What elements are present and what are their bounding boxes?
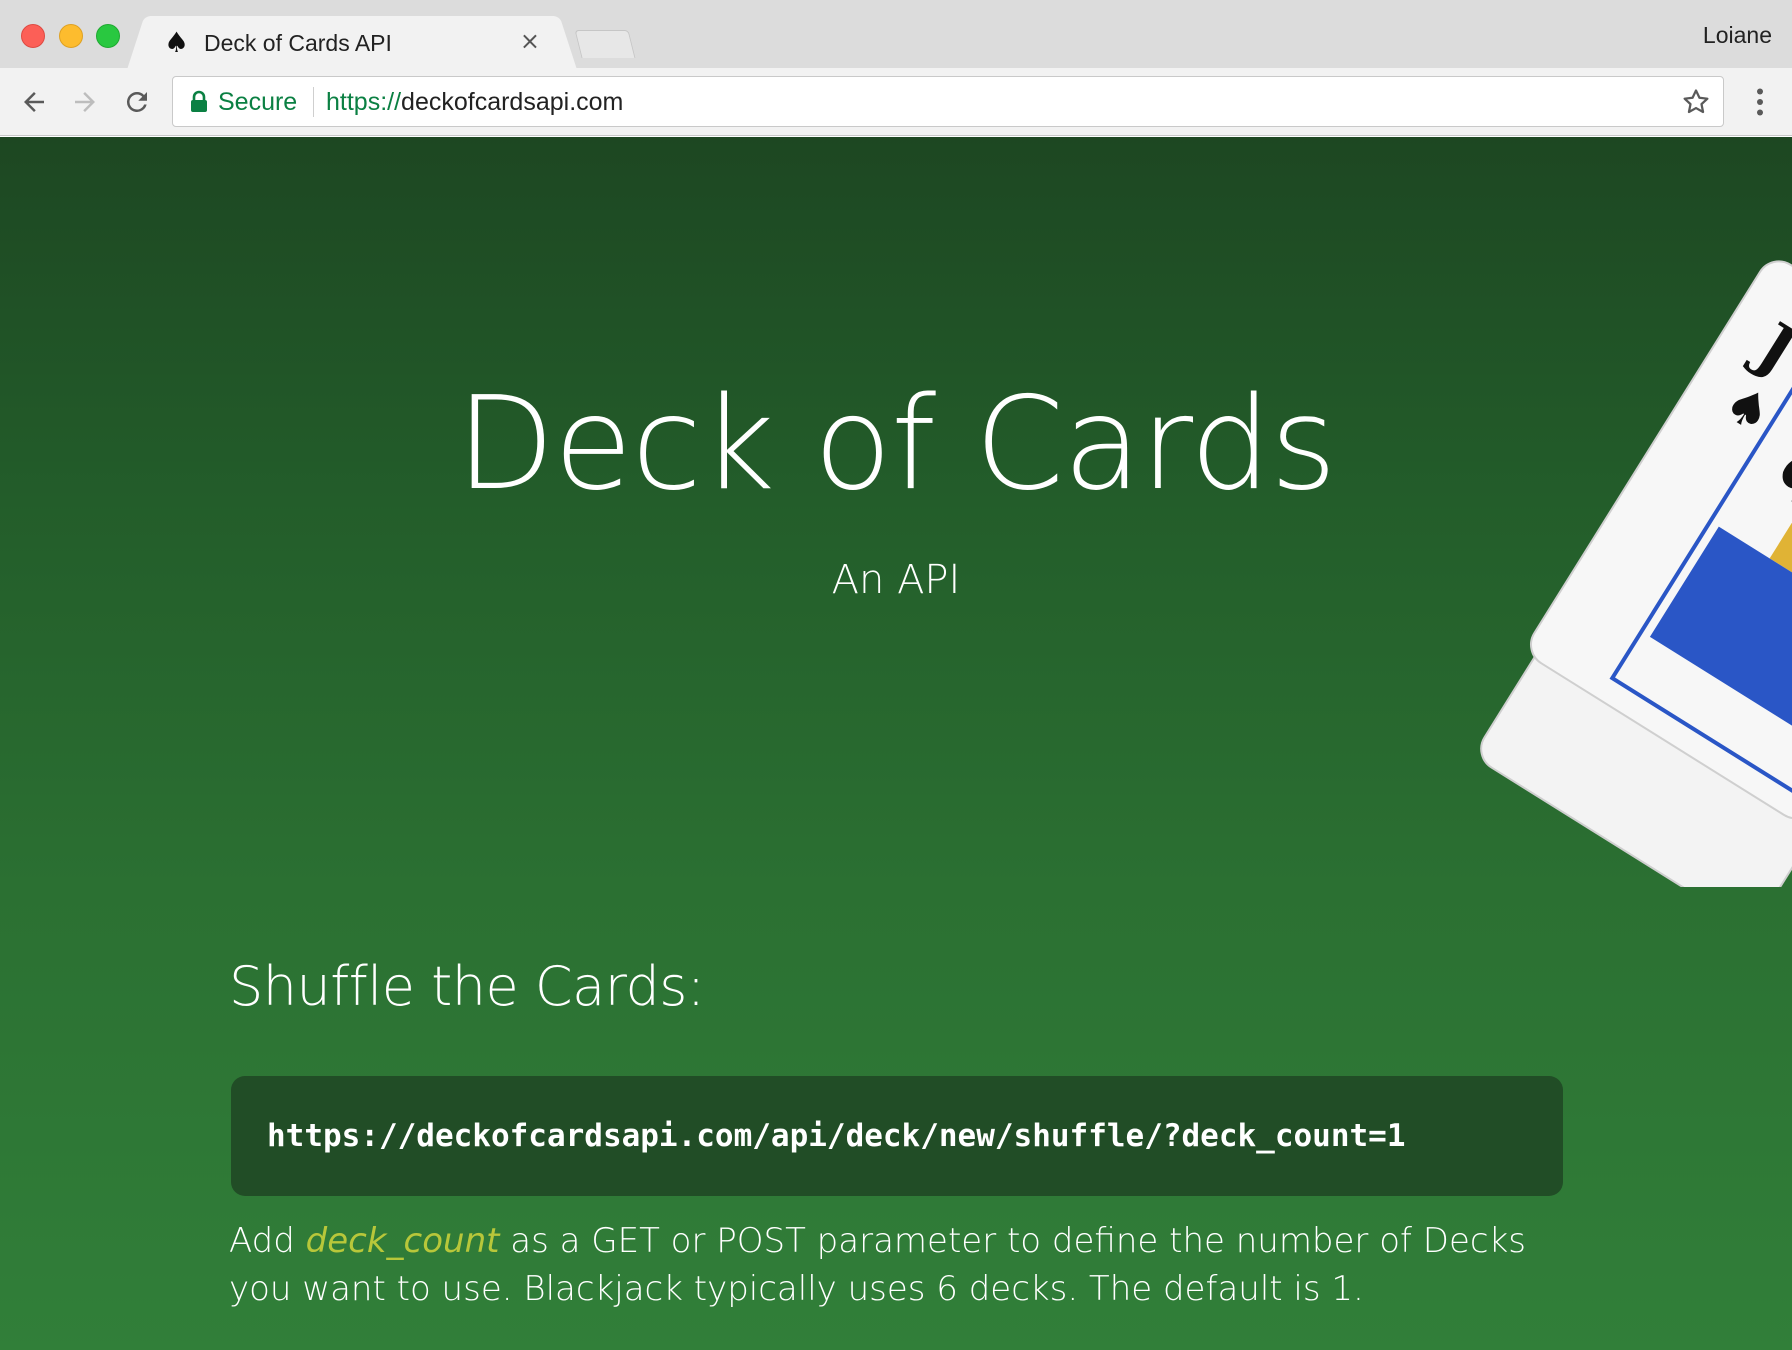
- tab-strip: ♠ Deck of Cards API × Loiane: [0, 0, 1792, 68]
- browser-toolbar: Secure https://deckofcardsapi.com: [0, 68, 1792, 136]
- shuffle-description: Add deck_count as a GET or POST paramete…: [229, 1217, 1569, 1313]
- reload-button[interactable]: [119, 84, 155, 120]
- secure-label: Secure: [218, 88, 298, 116]
- url-host: deckofcardsapi.com: [401, 88, 624, 116]
- new-tab-button[interactable]: [574, 30, 636, 58]
- address-bar[interactable]: Secure https://deckofcardsapi.com: [172, 76, 1724, 127]
- address-separator: [313, 87, 314, 117]
- window-minimize-button[interactable]: [59, 24, 83, 48]
- back-button[interactable]: [16, 84, 52, 120]
- more-vert-icon[interactable]: [1742, 84, 1778, 120]
- back-arrow-icon: [24, 92, 44, 112]
- profile-name[interactable]: Loiane: [1703, 22, 1772, 49]
- tab-close-icon[interactable]: ×: [520, 27, 540, 55]
- star-icon[interactable]: [1681, 87, 1711, 117]
- tab-title: Deck of Cards API: [204, 30, 392, 56]
- shuffle-endpoint-url[interactable]: https://deckofcardsapi.com/api/deck/new/…: [267, 1118, 1405, 1154]
- window-close-button[interactable]: [21, 24, 45, 48]
- reload-icon: [126, 91, 147, 112]
- window-maximize-button[interactable]: [96, 24, 120, 48]
- browser-window: ♠ Deck of Cards API × Loiane Secure http…: [0, 0, 1792, 1350]
- desc-before: Add: [229, 1221, 306, 1261]
- hero-title: Deck of Cards: [456, 370, 1337, 519]
- page-content: A ♠ J ♠ ♠ Deck of Cards An API Shuffle t…: [0, 137, 1792, 1350]
- tab-deck-of-cards[interactable]: ♠ Deck of Cards API ×: [150, 16, 554, 68]
- shuffle-heading: Shuffle the Cards:: [229, 955, 705, 1018]
- deck-count-param: deck_count: [305, 1221, 500, 1261]
- spade-favicon-icon: ♠: [164, 26, 190, 59]
- forward-arrow-icon: [75, 92, 95, 112]
- url-text[interactable]: https://deckofcardsapi.com: [326, 88, 623, 117]
- shuffle-code-block: https://deckofcardsapi.com/api/deck/new/…: [231, 1076, 1563, 1196]
- lock-icon: [191, 90, 207, 112]
- playing-cards-illustration: A ♠ J ♠ ♠: [1480, 260, 1792, 887]
- hero-subtitle: An API: [831, 557, 961, 603]
- forward-button[interactable]: [67, 84, 103, 120]
- url-scheme: https://: [326, 88, 402, 116]
